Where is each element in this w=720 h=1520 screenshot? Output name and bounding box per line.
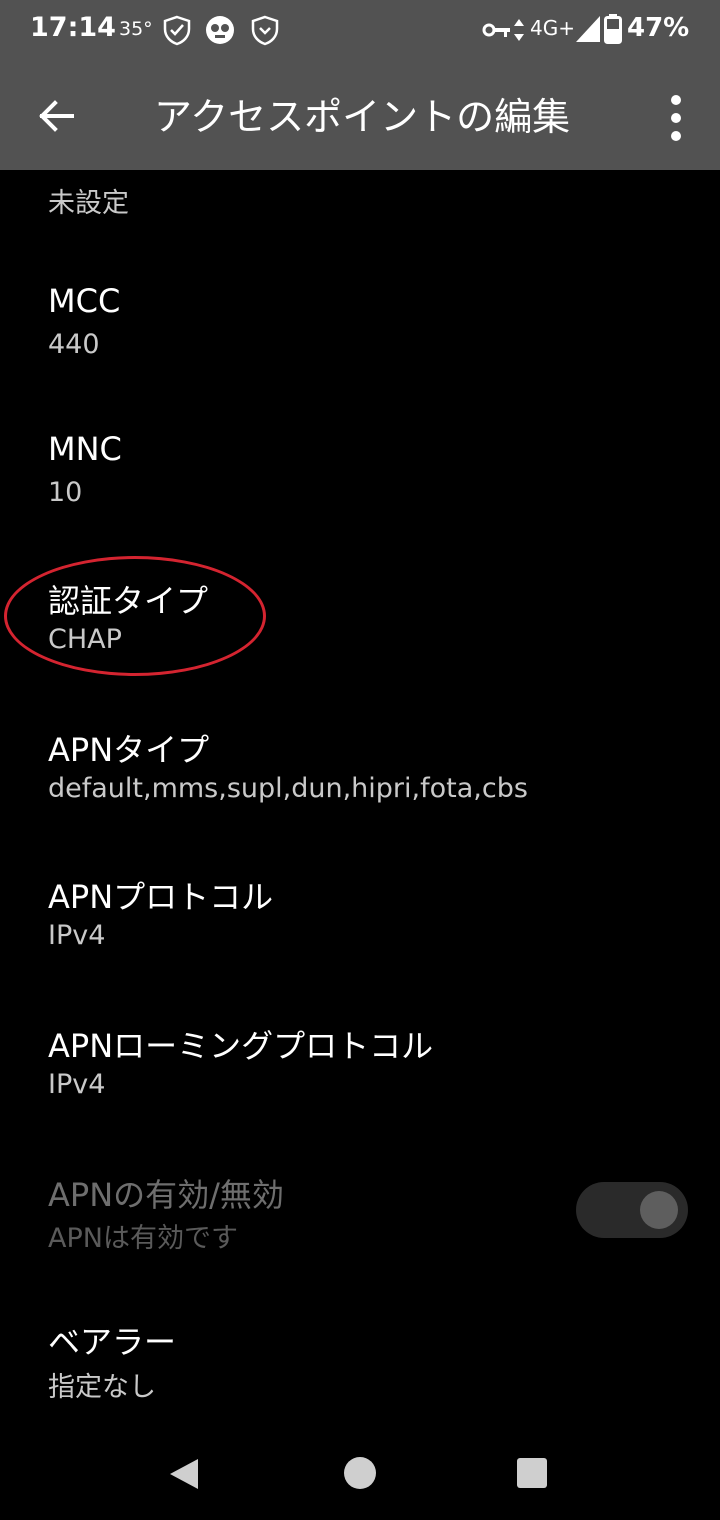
network-type: 4G+ [530, 16, 575, 40]
setting-title: MNC [48, 430, 122, 468]
toggle-thumb [640, 1191, 678, 1229]
setting-summary: 440 [48, 329, 100, 360]
nav-recents-icon[interactable] [517, 1458, 547, 1488]
setting-title: APNローミングプロトコル [48, 1027, 434, 1065]
data-arrows-icon [514, 19, 524, 41]
shield-check-icon [163, 15, 191, 46]
setting-title: APNプロトコル [48, 878, 274, 916]
setting-summary: IPv4 [48, 920, 106, 951]
status-temperature: 35° [119, 18, 153, 40]
status-bar: 17:14 35° 4G+ 47% [0, 0, 720, 60]
page-title: アクセスポイントの編集 [154, 95, 571, 139]
setting-summary: IPv4 [48, 1069, 106, 1100]
setting-summary: 未設定 [48, 188, 129, 219]
setting-summary: APNは有効です [48, 1223, 238, 1254]
arrow-back-icon[interactable] [26, 86, 86, 146]
status-time: 17:14 [30, 12, 116, 43]
battery-level: 47% [627, 13, 690, 43]
more-vert-icon[interactable] [652, 90, 700, 146]
app-toolbar: アクセスポイントの編集 [0, 60, 720, 170]
signal-icon [576, 16, 600, 42]
shield-icon [251, 15, 279, 46]
apn-enable-toggle [576, 1182, 688, 1238]
setting-summary: 指定なし [48, 1372, 156, 1403]
setting-title: ベアラー [48, 1323, 177, 1361]
vpn-key-icon [482, 23, 510, 37]
nav-back-icon[interactable] [168, 1457, 200, 1491]
nav-home-icon[interactable] [344, 1457, 376, 1489]
setting-title: MCC [48, 282, 121, 320]
setting-summary: 10 [48, 477, 83, 508]
navigation-bar [0, 1430, 720, 1520]
annotation-ellipse [4, 556, 266, 676]
setting-title: APNタイプ [48, 731, 210, 769]
face-icon [206, 16, 234, 44]
setting-summary: default,mms,supl,dun,hipri,fota,cbs [48, 773, 528, 804]
battery-icon [604, 14, 622, 44]
setting-title: APNの有効/無効 [48, 1176, 284, 1214]
